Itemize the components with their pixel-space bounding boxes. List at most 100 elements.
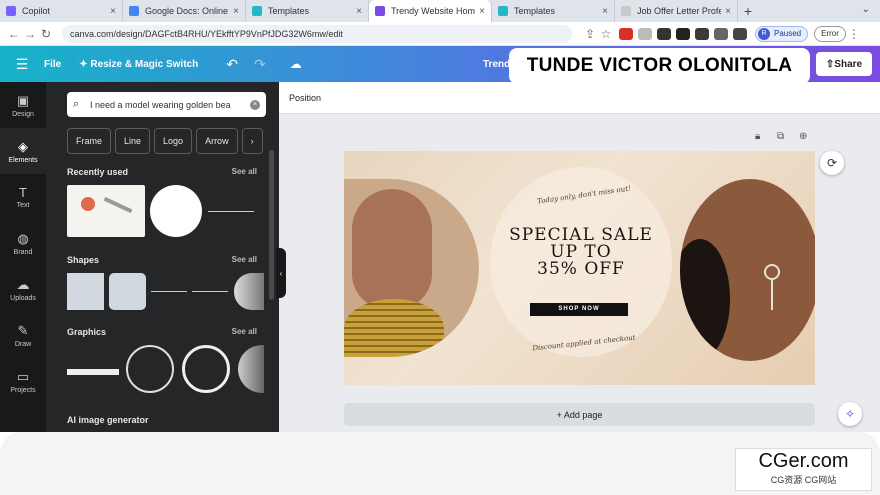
rail-item-design[interactable]: ▣ Design: [0, 82, 46, 128]
reload-icon[interactable]: ↻: [38, 27, 54, 41]
circle-shape[interactable]: [234, 273, 264, 310]
collapse-panel-handle[interactable]: ‹: [276, 248, 286, 298]
sale-headline[interactable]: SPECIAL SALE UP TO 35% OFF: [490, 227, 672, 278]
close-icon[interactable]: ×: [356, 6, 362, 17]
square-shape[interactable]: [67, 273, 104, 310]
ai-generator-header: AI image generator: [67, 415, 257, 425]
close-icon[interactable]: ×: [725, 6, 731, 17]
close-icon[interactable]: ×: [233, 6, 239, 17]
filter-chip[interactable]: Line: [115, 128, 151, 154]
more-menu-icon[interactable]: ⋮: [846, 27, 862, 41]
see-all-link[interactable]: See all: [232, 255, 257, 265]
rail-label: Projects: [10, 386, 36, 394]
lock-icon[interactable]: 🔒︎: [755, 131, 760, 142]
recent-circle-shape[interactable]: [150, 185, 202, 237]
browser-tab[interactable]: Job Offer Letter Profes ×: [615, 0, 738, 22]
tab-favicon-icon: [498, 6, 508, 16]
line-shape[interactable]: [151, 291, 187, 292]
filter-chip[interactable]: Arrow: [196, 128, 238, 154]
section-title: AI image generator: [67, 415, 149, 425]
extension-icon[interactable]: [676, 27, 690, 40]
elements-icon: ◈: [18, 138, 28, 154]
filter-chip[interactable]: Frame: [67, 128, 112, 154]
sidepanel-icon[interactable]: [733, 27, 747, 40]
watermark-sub: CG资源 CG网站: [770, 475, 837, 485]
browser-tab-bar: Copilot × Google Docs: Online D × Templates ×…: [0, 0, 880, 22]
browser-tab[interactable]: Trendy Website Homep×: [369, 0, 492, 22]
file-menu[interactable]: File: [44, 59, 61, 70]
back-icon[interactable]: ←: [6, 27, 22, 41]
extension-icon[interactable]: [619, 27, 633, 40]
doc-title[interactable]: Trend: [483, 59, 510, 70]
close-icon[interactable]: ×: [110, 6, 116, 17]
see-all-link[interactable]: See all: [232, 327, 257, 337]
duplicate-icon[interactable]: ⧉: [777, 131, 784, 142]
error-button[interactable]: Error: [814, 25, 846, 42]
bar-graphic[interactable]: [67, 369, 119, 375]
undo-icon[interactable]: ↶: [226, 56, 238, 73]
url-input[interactable]: canva.com/design/DAGFctB4RHU/YEkfftYP9Vn…: [62, 24, 572, 43]
filter-chips: Frame Line Logo Arrow ›: [67, 128, 267, 154]
browser-tab[interactable]: Copilot ×: [0, 0, 123, 22]
rail-item-uploads[interactable]: ☁ Uploads: [0, 266, 46, 312]
browser-tab[interactable]: Templates ×: [246, 0, 369, 22]
bookmark-star-icon[interactable]: ☆: [598, 27, 614, 41]
close-icon[interactable]: ×: [602, 6, 608, 17]
filter-chip[interactable]: Logo: [154, 128, 193, 154]
recent-arrow-line[interactable]: [208, 211, 254, 212]
tab-favicon-icon: [621, 6, 631, 16]
browser-tab[interactable]: Google Docs: Online D ×: [123, 0, 246, 22]
ring-graphic[interactable]: [126, 345, 174, 393]
rail-item-elements[interactable]: ◈ Elements: [0, 128, 46, 174]
tab-favicon-icon: [375, 6, 385, 16]
close-icon[interactable]: ×: [479, 6, 485, 17]
add-page-icon[interactable]: ⊕: [799, 131, 807, 142]
design-canvas[interactable]: Today only, don't miss out! SPECIAL SALE…: [344, 151, 815, 385]
shop-now-button[interactable]: SHOP NOW: [530, 303, 628, 316]
clear-icon[interactable]: ×: [250, 99, 260, 110]
model-portrait-image[interactable]: [344, 179, 479, 357]
filter-chip[interactable]: ›: [241, 128, 263, 154]
extension-icon[interactable]: [695, 27, 709, 40]
cloud-save-icon[interactable]: ☁: [290, 57, 302, 71]
tab-search-chevron-icon[interactable]: ⌄: [862, 4, 870, 15]
search-input[interactable]: ⌕ I need a model wearing golden bea ×: [67, 92, 266, 117]
panel-scrollbar[interactable]: [269, 150, 274, 300]
gold-necklace: [344, 299, 444, 357]
magic-sparkle-icon[interactable]: ✧: [838, 402, 862, 426]
rounded-square-shape[interactable]: [109, 273, 146, 310]
error-label: Error: [821, 29, 839, 38]
position-button[interactable]: Position: [289, 93, 321, 103]
extension-icon[interactable]: [657, 27, 671, 40]
earring-closeup-image[interactable]: [680, 179, 815, 361]
share-page-icon[interactable]: ⇪: [582, 27, 598, 41]
redo-icon[interactable]: ↷: [254, 56, 266, 73]
menu-icon[interactable]: ☰: [0, 56, 44, 73]
recent-photo-thumbnail[interactable]: [67, 185, 145, 237]
refresh-icon[interactable]: ⟳: [820, 151, 844, 175]
extension-icon[interactable]: [638, 27, 652, 40]
projects-icon: ▭: [16, 368, 30, 384]
watermark-logo: CGer.com CG资源 CG网站: [735, 448, 872, 491]
ring-graphic[interactable]: [182, 345, 230, 393]
puzzle-icon[interactable]: [714, 27, 728, 40]
rail-item-draw[interactable]: ✎ Draw: [0, 312, 46, 358]
paused-label: Paused: [774, 29, 802, 38]
rail-item-text[interactable]: T Text: [0, 174, 46, 220]
recently-used-header: Recently used See all: [67, 167, 257, 177]
share-button[interactable]: ⇧ Share: [816, 52, 872, 76]
forward-icon[interactable]: →: [22, 27, 38, 41]
add-page-button[interactable]: + Add page: [344, 403, 815, 426]
uploads-icon: ☁: [16, 276, 30, 292]
rail-item-brand[interactable]: ◍ Brand: [0, 220, 46, 266]
profile-paused-button[interactable]: R Paused: [755, 25, 809, 42]
browser-tab[interactable]: Templates ×: [492, 0, 615, 22]
rail-item-projects[interactable]: ▭ Projects: [0, 358, 46, 404]
rail-label: Draw: [14, 340, 32, 348]
resize-magic-switch-button[interactable]: ✦ Resize & Magic Switch: [79, 59, 198, 70]
share-label: Share: [834, 58, 863, 70]
arrow-shape[interactable]: [192, 291, 228, 292]
see-all-link[interactable]: See all: [232, 167, 257, 177]
gradient-graphic[interactable]: [238, 345, 264, 393]
new-tab-button[interactable]: +: [738, 0, 758, 22]
